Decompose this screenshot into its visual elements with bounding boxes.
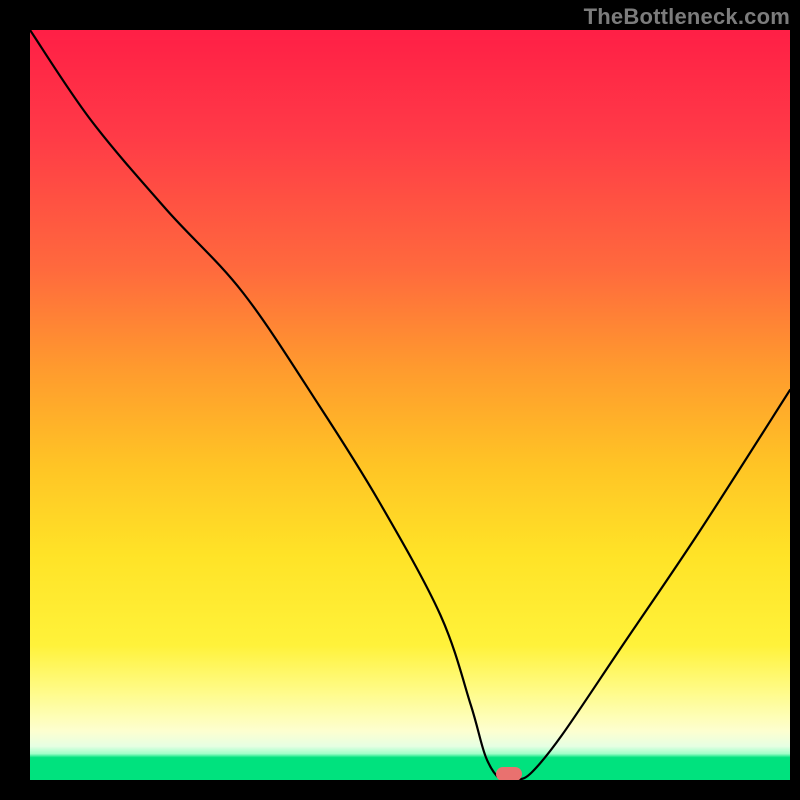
- bottleneck-curve: [30, 30, 790, 780]
- optimal-marker: [496, 767, 522, 780]
- curve-path: [30, 30, 790, 780]
- chart-frame: TheBottleneck.com: [0, 0, 800, 800]
- plot-area: [30, 30, 790, 780]
- watermark-text: TheBottleneck.com: [584, 4, 790, 30]
